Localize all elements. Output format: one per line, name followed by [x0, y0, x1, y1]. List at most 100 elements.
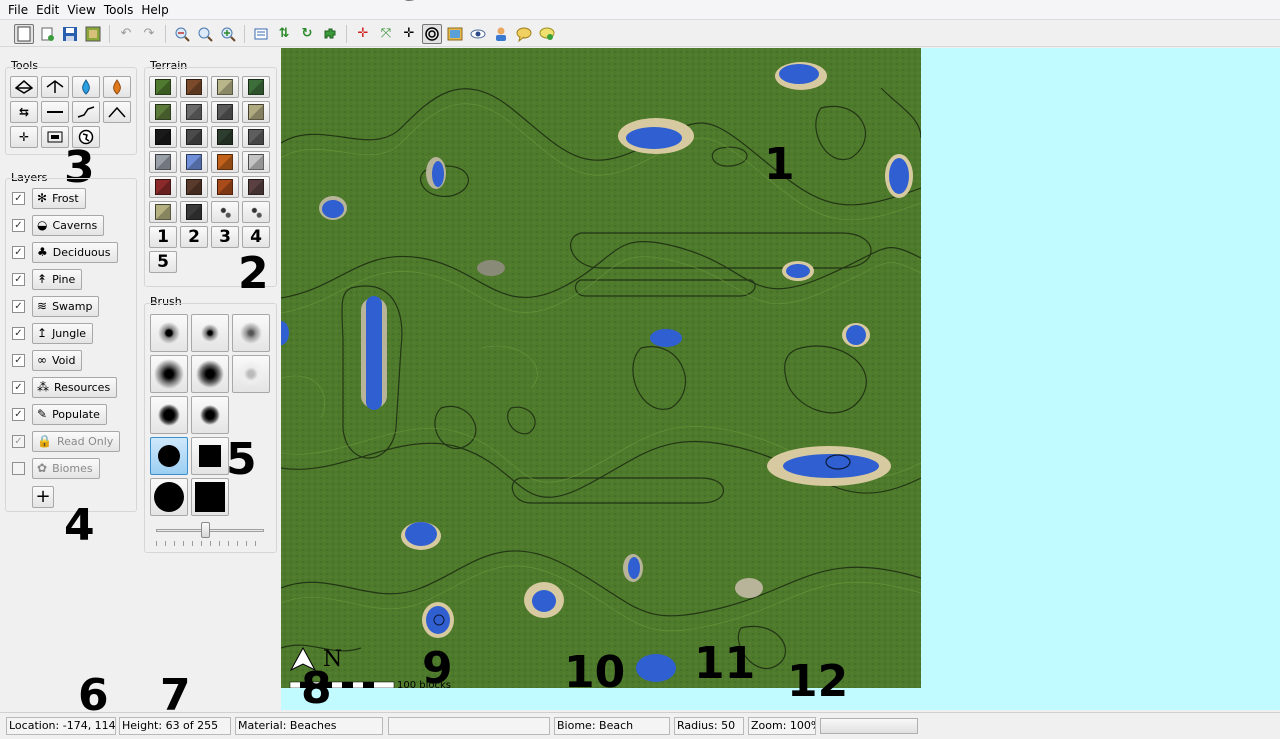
terrain-clay-button[interactable]: [149, 151, 177, 173]
brush-slider-track[interactable]: [156, 529, 264, 532]
soft-circle-brush-button[interactable]: [150, 314, 188, 352]
terrain-stone-button[interactable]: [180, 101, 208, 123]
soft-square-brush-button[interactable]: [191, 314, 229, 352]
speech-icon[interactable]: [514, 24, 534, 44]
layer-visibility-checkbox[interactable]: ✓: [12, 434, 25, 448]
layer-void-button[interactable]: ∞ Void: [32, 349, 83, 371]
plugin-icon[interactable]: [320, 24, 340, 44]
terrain-mycelium-button[interactable]: [149, 101, 177, 123]
export-icon[interactable]: [83, 24, 103, 44]
terrain-gravel-button[interactable]: [211, 101, 239, 123]
layer-visibility-checkbox[interactable]: ✓: [12, 272, 25, 286]
solid-square-large-brush-button[interactable]: [191, 478, 229, 516]
terrain-netherrack-button[interactable]: [211, 151, 239, 173]
layer-biomes-button[interactable]: ✿ Biomes: [32, 457, 100, 479]
custom-terrain-2-button[interactable]: 2: [180, 226, 208, 248]
speech-alt-icon[interactable]: [537, 24, 557, 44]
layer-deciduous-button[interactable]: ♣ Deciduous: [32, 241, 118, 263]
layer-visibility-checkbox[interactable]: ✓: [12, 407, 25, 421]
layer-visibility-checkbox[interactable]: [12, 461, 25, 475]
flatten-tool[interactable]: [41, 101, 69, 123]
noise-brush-button[interactable]: [232, 314, 270, 352]
layer-visibility-checkbox[interactable]: ✓: [12, 191, 25, 205]
layer-read-only-button[interactable]: 🔒 Read Only: [32, 430, 121, 452]
target-icon[interactable]: [422, 23, 442, 44]
zoom-reset-icon[interactable]: [195, 24, 215, 44]
custom-terrain-5-button[interactable]: 5: [149, 251, 177, 273]
solid-circle-small-brush-button[interactable]: [150, 437, 188, 475]
medium-circle-brush-button[interactable]: [150, 355, 188, 393]
solid-square-small-brush-button[interactable]: [191, 437, 229, 475]
flip-icon[interactable]: ⇅: [274, 24, 294, 44]
terrain-custom-paint-button[interactable]: [242, 201, 270, 223]
zoom-out-icon[interactable]: [172, 24, 192, 44]
medium-square-brush-button[interactable]: [191, 355, 229, 393]
layer-jungle-button[interactable]: ↥ Jungle: [32, 322, 94, 344]
cloud-brush-button[interactable]: [232, 355, 270, 393]
image-icon[interactable]: [445, 24, 465, 44]
terrain-bedrock-button[interactable]: [242, 126, 270, 148]
ridge-tool[interactable]: [103, 101, 131, 123]
terrain-soul-sand-button[interactable]: [242, 176, 270, 198]
world-map[interactable]: N 100 blocks: [281, 48, 921, 688]
layer-populate-button[interactable]: ✎ Populate: [32, 403, 107, 425]
terrain-magma-button[interactable]: [211, 176, 239, 198]
crosshair-icon[interactable]: ✛: [399, 24, 419, 44]
custom-terrain-1-button[interactable]: 1: [149, 226, 177, 248]
terrain-cobblestone-button[interactable]: [180, 126, 208, 148]
menu-tools[interactable]: Tools: [100, 0, 138, 20]
terrain-basalt-button[interactable]: [180, 201, 208, 223]
hard-circle-brush-button[interactable]: [150, 396, 188, 434]
add-layer-button[interactable]: +: [32, 486, 54, 508]
raise-mountain-tool[interactable]: [10, 76, 38, 98]
menu-edit[interactable]: Edit: [32, 0, 63, 20]
solid-circle-large-brush-button[interactable]: [150, 478, 188, 516]
eye-icon[interactable]: [468, 24, 488, 44]
terrain-mud-button[interactable]: [180, 176, 208, 198]
terrain-podzol-button[interactable]: [242, 76, 270, 98]
custom-terrain-4-button[interactable]: 4: [242, 226, 270, 248]
flood-icon[interactable]: [72, 76, 100, 98]
layer-visibility-checkbox[interactable]: ✓: [12, 380, 25, 394]
layer-visibility-checkbox[interactable]: ✓: [12, 299, 25, 313]
layer-visibility-checkbox[interactable]: ✓: [12, 326, 25, 340]
save-icon[interactable]: [60, 24, 80, 44]
layer-visibility-checkbox[interactable]: ✓: [12, 218, 25, 232]
layer-resources-button[interactable]: ⁂ Resources: [32, 376, 118, 398]
undo-icon[interactable]: ↶: [116, 24, 136, 44]
smooth-tool[interactable]: ⇆: [10, 101, 38, 123]
layer-pine-button[interactable]: ↟ Pine: [32, 268, 83, 290]
brush-slider-thumb[interactable]: [200, 522, 210, 538]
terrain-ice-button[interactable]: [180, 151, 208, 173]
terrain-obsidian-button[interactable]: [149, 126, 177, 148]
terrain-end-stone-button[interactable]: [149, 201, 177, 223]
menu-view[interactable]: View: [63, 0, 99, 20]
redo-icon[interactable]: ↷: [139, 24, 159, 44]
spray-tool[interactable]: ✛: [10, 126, 38, 148]
terrain-map[interactable]: N 100 blocks: [281, 48, 921, 688]
layer-visibility-checkbox[interactable]: ✓: [12, 245, 25, 259]
lower-mountain-tool[interactable]: [41, 76, 69, 98]
user-icon[interactable]: [491, 24, 511, 44]
custom-terrain-3-button[interactable]: 3: [211, 226, 239, 248]
layer-swamp-button[interactable]: ≋ Swamp: [32, 295, 100, 317]
terrain-sand-button[interactable]: [211, 76, 239, 98]
terrain-dirt-button[interactable]: [180, 76, 208, 98]
new-icon[interactable]: [14, 23, 34, 44]
move-origin-icon[interactable]: ✛: [353, 24, 373, 44]
zoom-in-icon[interactable]: [218, 24, 238, 44]
rotate-icon[interactable]: ↻: [297, 24, 317, 44]
menu-file[interactable]: File: [4, 0, 32, 20]
lava-icon[interactable]: [103, 76, 131, 98]
terrain-mixed-resources-button[interactable]: [211, 201, 239, 223]
hard-square-brush-button[interactable]: [191, 396, 229, 434]
terrain-grass-button[interactable]: [149, 76, 177, 98]
menu-help[interactable]: Help: [137, 0, 172, 20]
terrain-mossy-cobble-button[interactable]: [211, 126, 239, 148]
slope-tool[interactable]: [72, 101, 100, 123]
dimension-icon[interactable]: [251, 24, 271, 44]
layer-caverns-button[interactable]: ◒ Caverns: [32, 214, 105, 236]
terrain-red-sand-button[interactable]: [149, 176, 177, 198]
layer-frost-button[interactable]: ✻ Frost: [32, 187, 86, 209]
expand-icon[interactable]: ⤧: [376, 24, 396, 44]
